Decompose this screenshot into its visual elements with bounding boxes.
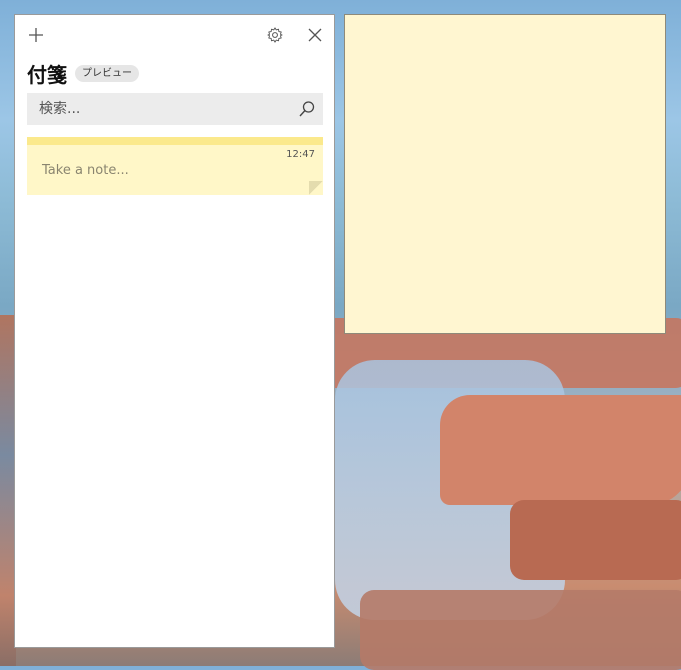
heading-row: 付箋 プレビュー — [27, 59, 139, 88]
note-color-bar — [27, 137, 323, 145]
search-input[interactable] — [27, 93, 299, 125]
wallpaper-rock — [360, 590, 681, 670]
sticky-note-window[interactable] — [344, 14, 666, 334]
wallpaper-rock — [510, 500, 681, 580]
note-card[interactable]: 12:47 Take a note... — [27, 137, 323, 195]
add-note-button[interactable] — [25, 24, 47, 46]
titlebar — [15, 15, 334, 57]
gear-icon — [267, 27, 283, 43]
search-icon[interactable] — [298, 100, 316, 118]
note-timestamp: 12:47 — [286, 149, 315, 160]
close-icon — [308, 28, 322, 42]
app-title: 付箋 — [27, 63, 67, 87]
search-box — [27, 93, 323, 125]
notes-list-window: 付箋 プレビュー 12:47 Take a note... — [14, 14, 335, 648]
close-button[interactable] — [304, 24, 326, 46]
settings-button[interactable] — [264, 24, 286, 46]
wallpaper-rock — [440, 395, 681, 505]
plus-icon — [29, 28, 43, 42]
preview-badge: プレビュー — [75, 65, 139, 82]
note-fold-corner — [309, 181, 323, 195]
note-preview-text: Take a note... — [42, 163, 129, 178]
